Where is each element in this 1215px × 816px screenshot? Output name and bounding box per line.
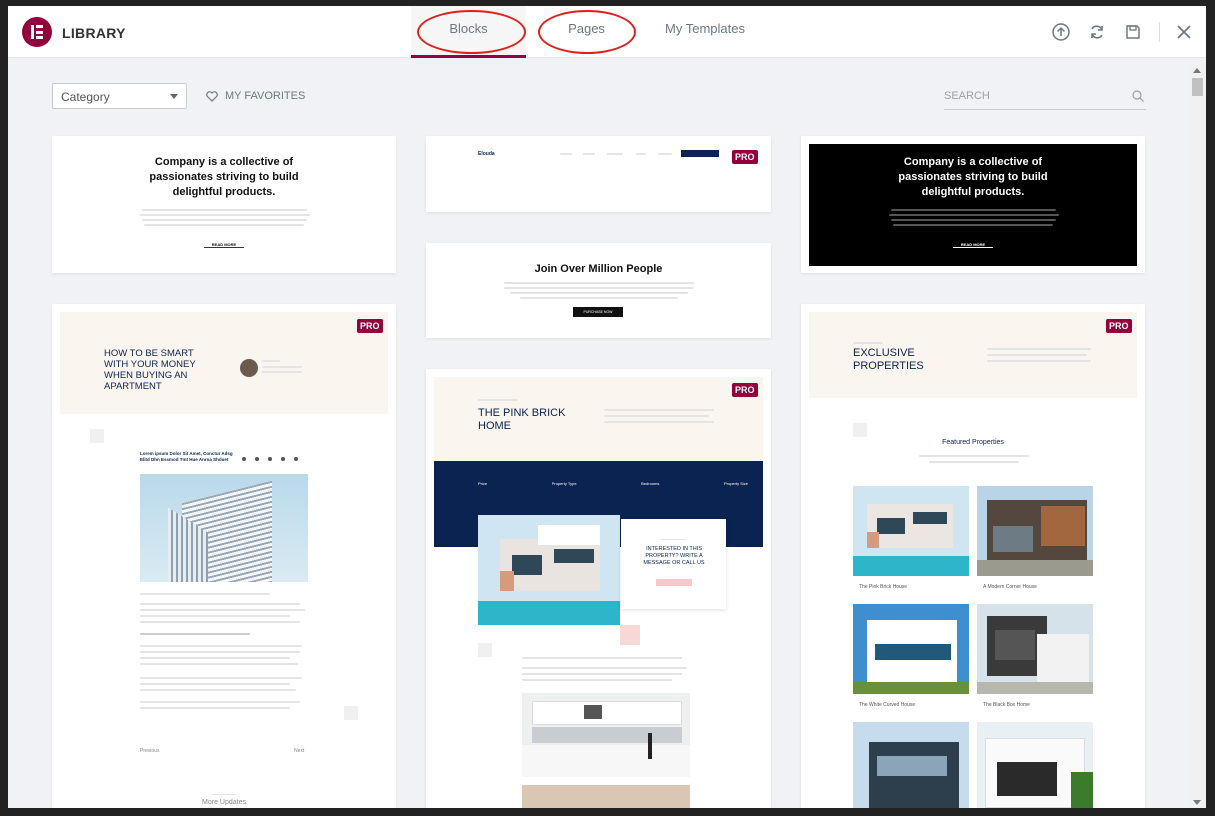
header-divider (1159, 22, 1160, 42)
property-stats: Price Property Type Bedrooms Property Si… (478, 481, 748, 486)
stat-label: Price (478, 481, 488, 486)
library-modal: LIBRARY Blocks Pages My Templates Catego… (8, 6, 1206, 808)
template-card-property-single[interactable]: PRO THE PINK BRICK HOME Price Property T… (426, 369, 771, 808)
my-favorites-filter[interactable]: MY FAVORITES (206, 90, 305, 102)
tab-pages[interactable]: Pages (538, 6, 635, 58)
property-name: The White Curved House (859, 702, 916, 708)
stat-label: Bedrooms (641, 481, 660, 486)
property-photo (853, 722, 969, 808)
pro-badge: PRO (732, 383, 758, 397)
template-card-about-dark[interactable]: Company is a collective of passionates s… (801, 136, 1145, 273)
read-more-link: READ MORE (953, 242, 993, 248)
pro-badge: PRO (357, 319, 383, 333)
property-photo (977, 486, 1093, 576)
more-updates: More Updates (202, 799, 246, 806)
upload-icon[interactable] (1049, 20, 1073, 44)
purchase-button: PURCHASE NOW (573, 307, 623, 317)
next-link: Next (294, 748, 305, 754)
scrollbar-thumb[interactable] (1192, 78, 1203, 96)
search-placeholder: SEARCH (944, 90, 990, 102)
pro-badge: PRO (732, 150, 758, 164)
card-heading: Company is a collective of passionates s… (149, 156, 299, 198)
prev-link: Previous (140, 748, 160, 754)
interior-photo (522, 785, 690, 808)
template-card-property-listing[interactable]: PRO EXCLUSIVE PROPERTIES Featured Proper… (801, 304, 1145, 808)
card-title: EXCLUSIVE PROPERTIES (853, 347, 924, 372)
card-brand: Elouda (478, 151, 495, 157)
template-card-blog-post[interactable]: PRO HOW TO BE SMART WITH YOUR MONEY WHEN… (52, 304, 396, 808)
pink-house-photo (478, 515, 620, 625)
read-more-link: READ MORE (204, 242, 244, 248)
pro-badge: PRO (1106, 319, 1132, 333)
library-header: LIBRARY Blocks Pages My Templates (8, 6, 1206, 58)
save-icon[interactable] (1121, 20, 1145, 44)
post-title: Lorem ipsum Dolor Sit Amet, Conctur Adsg… (140, 451, 233, 462)
callout-text: INTERESTED IN THIS PROPERTY? WRITE A MES… (643, 546, 705, 566)
section-heading: Featured Properties (942, 439, 1004, 446)
property-photo (853, 486, 969, 576)
library-title: LIBRARY (62, 25, 126, 41)
building-photo (140, 474, 308, 582)
kitchen-photo (522, 693, 690, 777)
search-icon (1132, 90, 1144, 102)
property-photo (977, 722, 1093, 808)
search-input[interactable]: SEARCH (944, 88, 1146, 110)
my-favorites-label: MY FAVORITES (225, 90, 306, 102)
elementor-logo-icon (22, 17, 52, 47)
card-title: THE PINK BRICK HOME (478, 407, 566, 432)
property-photo (977, 604, 1093, 694)
tab-my-templates[interactable]: My Templates (648, 6, 762, 58)
template-card-about-light[interactable]: Company is a collective of passionates s… (52, 136, 396, 273)
card-title: HOW TO BE SMART WITH YOUR MONEY WHEN BUY… (104, 348, 196, 392)
card-heading: Join Over Million People (534, 263, 663, 275)
stat-label: Property Type (551, 481, 577, 486)
property-name: The Pink Brick House (859, 584, 908, 590)
property-name: A Modern Corner House (983, 584, 1037, 590)
property-photo (853, 604, 969, 694)
scroll-up-icon[interactable] (1193, 68, 1201, 73)
template-card-cta[interactable]: Join Over Million People PURCHASE NOW (426, 243, 771, 338)
heart-icon (206, 90, 218, 102)
tab-blocks[interactable]: Blocks (411, 6, 526, 58)
property-name: The Black Box Home (983, 702, 1030, 708)
card-heading: Company is a collective of passionates s… (898, 156, 1048, 198)
template-card-header-nav[interactable]: Elouda PRO (426, 136, 771, 212)
stat-label: Property Size (723, 481, 748, 486)
category-select[interactable]: Category (52, 83, 187, 109)
scrollbar[interactable] (1189, 64, 1206, 808)
sync-icon[interactable] (1085, 20, 1109, 44)
scroll-down-icon[interactable] (1193, 800, 1201, 805)
close-icon[interactable] (1172, 20, 1196, 44)
